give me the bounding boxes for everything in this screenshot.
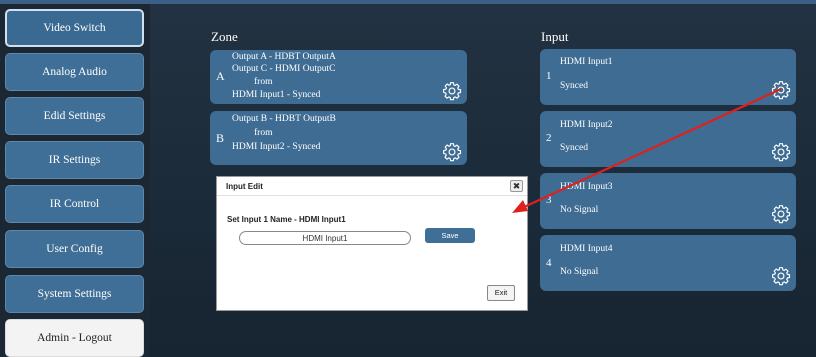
zone-letter: A [216,69,225,83]
input-card-3[interactable]: HDMI Input3 3 No Signal [540,173,796,229]
input-card-4[interactable]: HDMI Input4 4 No Signal [540,235,796,291]
input-name-field[interactable] [239,231,411,245]
zone-output-line: Output B - HDBT OutputB [232,114,336,124]
input-number: 3 [546,194,552,206]
dialog-label: Set Input 1 Name - HDMI Input1 [227,215,346,224]
sidebar-item-system-settings[interactable]: System Settings [5,275,144,313]
gear-icon[interactable] [771,204,791,224]
input-name: HDMI Input2 [560,120,613,130]
gear-icon[interactable] [442,81,462,101]
zone-output-line: Output C - HDMI OutputC [232,64,336,74]
save-button[interactable]: Save [425,228,475,243]
sidebar-item-edid-settings[interactable]: Edid Settings [5,97,144,135]
zone-source-line: HDMI Input1 - Synced [232,90,321,100]
sidebar-item-video-switch[interactable]: Video Switch [5,9,144,47]
input-status: No Signal [560,205,599,215]
zone-card-a[interactable]: A Output A - HDBT OutputA Output C - HDM… [210,50,467,104]
sidebar-item-ir-control[interactable]: IR Control [5,185,144,223]
dialog-divider [217,195,527,196]
gear-icon[interactable] [771,142,791,162]
input-heading: Input [541,29,569,44]
gear-icon[interactable] [442,142,462,162]
input-card-1[interactable]: HDMI Input1 1 Synced [540,49,796,105]
exit-button[interactable]: Exit [487,285,515,301]
zone-heading: Zone [211,29,238,44]
sidebar-item-user-config[interactable]: User Config [5,230,144,268]
gear-icon[interactable] [771,80,791,100]
input-number: 2 [546,132,552,144]
zone-from-label: from [254,77,273,87]
zone-card-b[interactable]: B Output B - HDBT OutputB from HDMI Inpu… [210,111,467,165]
sidebar: Video Switch Analog Audio Edid Settings … [0,4,150,357]
sidebar-item-admin-logout[interactable]: Admin - Logout [5,319,144,357]
input-name: HDMI Input4 [560,244,613,254]
gear-icon[interactable] [771,266,791,286]
input-status: Synced [560,143,588,153]
input-edit-dialog: Input Edit ✖ Set Input 1 Name - HDMI Inp… [216,176,528,311]
input-status: Synced [560,81,588,91]
sidebar-item-ir-settings[interactable]: IR Settings [5,141,144,179]
input-name: HDMI Input3 [560,182,613,192]
dialog-title: Input Edit [226,182,263,191]
zone-source-line: HDMI Input2 - Synced [232,142,321,152]
sidebar-item-analog-audio[interactable]: Analog Audio [5,53,144,91]
input-status: No Signal [560,267,599,277]
close-icon[interactable]: ✖ [510,180,523,192]
input-number: 1 [546,70,552,82]
input-card-2[interactable]: HDMI Input2 2 Synced [540,111,796,167]
zone-letter: B [216,131,225,145]
zone-output-line: Output A - HDBT OutputA [232,52,336,62]
zone-from-label: from [254,128,273,138]
input-number: 4 [546,257,552,269]
input-name: HDMI Input1 [560,57,613,67]
